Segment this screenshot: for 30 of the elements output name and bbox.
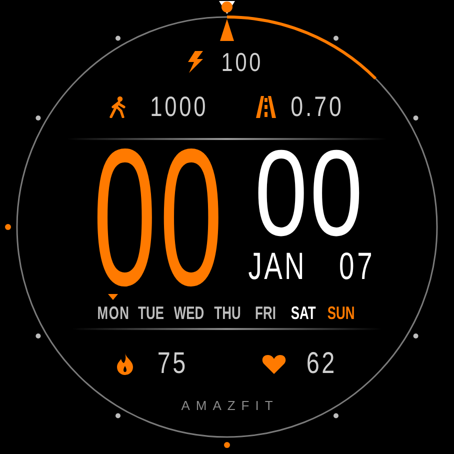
top-marker-icon bbox=[219, 1, 235, 41]
weekday-label: THU bbox=[214, 304, 240, 322]
tick-dot bbox=[36, 116, 41, 120]
heart-rate-value: 62 bbox=[306, 349, 338, 379]
walking-person-icon bbox=[108, 96, 128, 118]
weekday-label: WED bbox=[174, 304, 204, 322]
road-icon bbox=[256, 96, 276, 118]
flame-icon bbox=[116, 353, 133, 375]
weekday-label: FRI bbox=[254, 304, 276, 322]
heart-icon bbox=[262, 354, 286, 374]
weekday-label: MON bbox=[96, 304, 130, 322]
tick-dot bbox=[36, 334, 41, 338]
tick-dot bbox=[334, 413, 338, 418]
weekday-label: TUE bbox=[138, 304, 164, 322]
steps-value: 1000 bbox=[150, 93, 208, 121]
weekday-label: SAT bbox=[290, 304, 316, 322]
hours-value: 00 bbox=[92, 142, 226, 292]
tick-dot bbox=[5, 224, 11, 230]
tick-dot bbox=[413, 116, 418, 120]
tick-dot bbox=[413, 334, 418, 338]
calories-value: 75 bbox=[156, 349, 188, 379]
battery-value: 100 bbox=[221, 49, 263, 75]
lightning-icon bbox=[186, 51, 204, 73]
tick-dot bbox=[334, 36, 338, 41]
tick-dot bbox=[224, 442, 230, 448]
weekday-label: SUN bbox=[327, 304, 355, 322]
brand-logo: AMAZFIT bbox=[181, 399, 279, 412]
tick-dot bbox=[116, 413, 120, 418]
distance-value: 0.70 bbox=[290, 93, 344, 121]
tick-dot bbox=[116, 36, 120, 41]
